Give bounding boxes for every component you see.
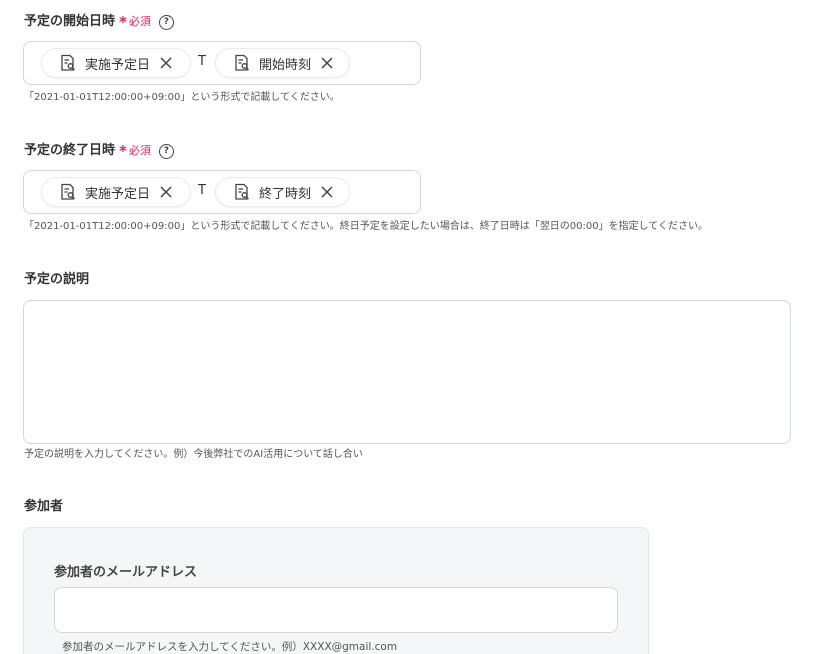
description-textarea[interactable] [23,300,791,444]
end-datetime-label: 予定の終了日時 * 必須 ? [24,143,174,159]
chip-label: 終了時刻 [259,186,312,202]
end-datetime-input[interactable]: 実施予定日 T 終了時刻 [23,170,421,214]
end-date-chip[interactable]: 実施予定日 [42,178,190,206]
participants-panel: 参加者のメールアドレス 参加者のメールアドレスを入力してください。例）XXXX@… [23,527,649,654]
description-hint: 予定の説明を入力してください。例）今後弊社でのAI活用について話し合い [24,449,363,460]
start-datetime-label-text: 予定の開始日時 [24,14,116,29]
document-search-icon [233,54,251,72]
description-label: 予定の説明 [24,272,89,288]
required-badge: 必須 [128,144,151,157]
close-icon[interactable] [319,184,335,200]
participants-label-text: 参加者 [24,499,64,514]
start-datetime-hint: 「2021-01-01T12:00:00+09:00」という形式で記載してくださ… [24,92,340,103]
form-page: 予定の開始日時 * 必須 ? 実施予定日 T 開始時刻 「2021-01-01T… [0,0,820,654]
close-icon[interactable] [319,55,335,71]
chip-label: 開始時刻 [259,57,312,73]
start-datetime-input[interactable]: 実施予定日 T 開始時刻 [23,41,421,85]
end-time-chip[interactable]: 終了時刻 [216,178,349,206]
required-badge: 必須 [128,15,151,28]
help-icon[interactable]: ? [158,143,174,159]
help-icon[interactable]: ? [158,14,174,30]
document-search-icon [59,183,77,201]
chip-label: 実施予定日 [85,57,151,73]
close-icon[interactable] [158,55,174,71]
participant-email-label: 参加者のメールアドレス [54,565,198,580]
datetime-separator: T [198,54,206,69]
document-search-icon [233,183,251,201]
chip-label: 実施予定日 [85,186,151,202]
start-date-chip[interactable]: 実施予定日 [42,49,190,77]
participants-label: 参加者 [24,499,63,515]
participant-email-hint: 参加者のメールアドレスを入力してください。例）XXXX@gmail.com [62,641,398,653]
required-asterisk-icon: * [119,142,127,160]
description-label-text: 予定の説明 [24,272,90,287]
start-time-chip[interactable]: 開始時刻 [216,49,349,77]
required-asterisk-icon: * [119,13,127,31]
document-search-icon [59,54,77,72]
datetime-separator: T [198,183,206,198]
close-icon[interactable] [158,184,174,200]
end-datetime-hint: 「2021-01-01T12:00:00+09:00」という形式で記載してくださ… [24,221,708,232]
start-datetime-label: 予定の開始日時 * 必須 ? [24,14,174,30]
end-datetime-label-text: 予定の終了日時 [24,143,116,158]
participant-email-input[interactable] [54,587,618,633]
